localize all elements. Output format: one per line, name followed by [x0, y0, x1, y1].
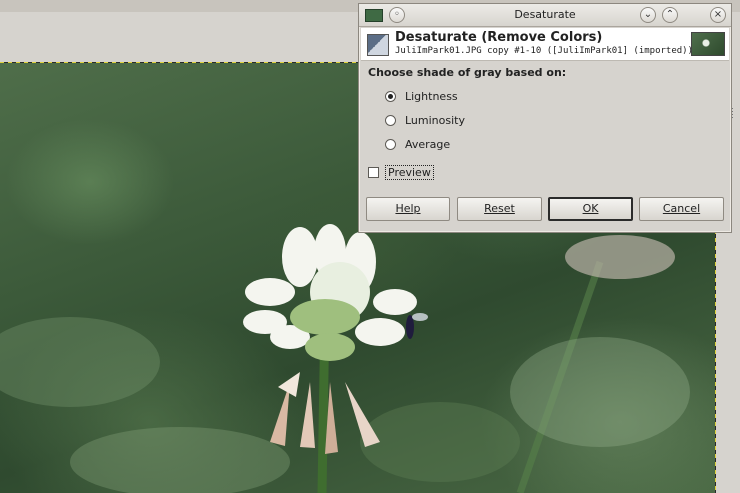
reset-label: Reset	[484, 202, 515, 215]
radio-button[interactable]	[385, 114, 396, 126]
image-thumbnail	[691, 32, 725, 56]
ok-button[interactable]: OK	[548, 197, 633, 221]
preview-label: Preview	[385, 165, 434, 180]
radio-label: Lightness	[405, 89, 458, 103]
maximize-icon[interactable]: ⌃	[662, 7, 678, 23]
preview-toggle[interactable]: Preview	[368, 165, 434, 180]
shade-section-label: Choose shade of gray based on:	[368, 66, 567, 79]
cancel-button[interactable]: Cancel	[639, 197, 724, 221]
radio-label: Average	[405, 137, 451, 151]
ok-label: OK	[582, 202, 599, 215]
radio-button[interactable]	[385, 138, 396, 150]
reset-button[interactable]: Reset	[457, 197, 542, 221]
help-label: Help	[395, 202, 421, 215]
radio-label: Luminosity	[405, 113, 465, 127]
desaturate-tool-icon	[367, 34, 389, 56]
radio-average[interactable]: Average	[385, 136, 450, 152]
preview-checkbox[interactable]	[368, 167, 379, 178]
help-button[interactable]: Help	[366, 197, 450, 221]
radio-lightness[interactable]: Lightness	[385, 88, 458, 104]
minimize-icon[interactable]: ⌄	[640, 7, 656, 23]
radio-button[interactable]	[385, 90, 396, 102]
cancel-label: Cancel	[662, 202, 701, 215]
header-subtitle: JuliImPark01.JPG copy #1-10 ([JuliImPark…	[395, 46, 694, 56]
dialog-header: Desaturate (Remove Colors) JuliImPark01.…	[361, 28, 729, 61]
dialog-titlebar[interactable]: ◦ Desaturate ⌄ ⌃ ×	[359, 4, 731, 27]
close-icon[interactable]: ×	[710, 7, 726, 23]
header-title: Desaturate (Remove Colors)	[395, 30, 603, 45]
desaturate-dialog: ◦ Desaturate ⌄ ⌃ × Desaturate (Remove Co…	[358, 3, 732, 233]
radio-luminosity[interactable]: Luminosity	[385, 112, 465, 128]
